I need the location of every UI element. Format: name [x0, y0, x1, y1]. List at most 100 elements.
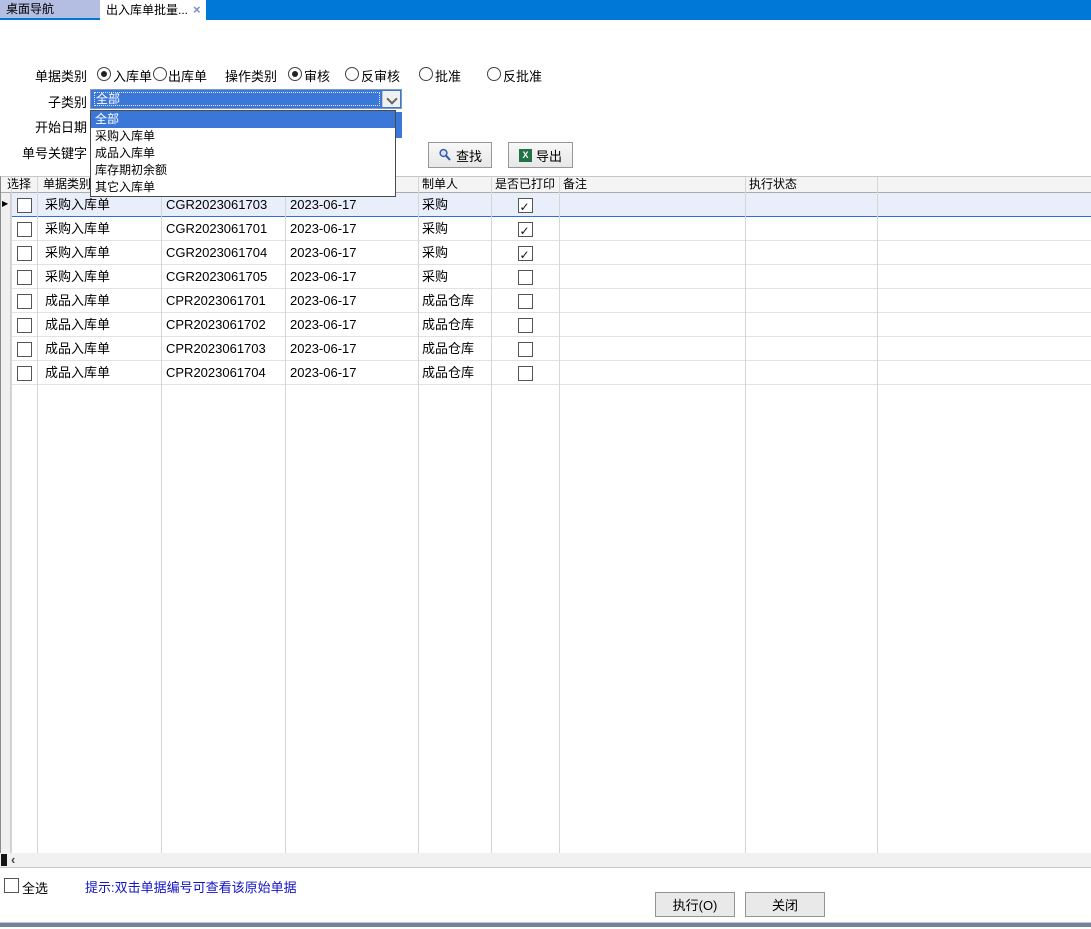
col-header-maker[interactable]: 制单人	[422, 177, 458, 193]
status-cell	[749, 217, 873, 241]
note-cell	[563, 265, 741, 289]
row-select-checkbox[interactable]	[17, 318, 32, 333]
subtype-option[interactable]: 其它入库单	[91, 179, 395, 196]
row-select-checkbox[interactable]	[17, 198, 32, 213]
radio-approve-label: 批准	[435, 66, 461, 85]
radio-unapprove-label: 反批准	[503, 66, 542, 85]
row-select-checkbox[interactable]	[17, 366, 32, 381]
radio-audit[interactable]	[288, 67, 302, 81]
printed-cell	[491, 193, 559, 217]
grid-column-line	[745, 177, 746, 853]
status-cell	[749, 241, 873, 265]
start-date-picker-edge[interactable]	[396, 112, 402, 138]
row-select-cell[interactable]	[11, 265, 37, 289]
close-icon[interactable]: ×	[193, 0, 201, 19]
maker-cell: 采购	[422, 193, 488, 217]
maker-cell: 采购	[422, 217, 488, 241]
table-row[interactable]: 成品入库单CPR20230617032023-06-17成品仓库	[1, 337, 1091, 361]
row-select-checkbox[interactable]	[17, 294, 32, 309]
combobox-dropdown-button[interactable]	[382, 91, 400, 107]
note-cell	[563, 241, 741, 265]
table-row[interactable]: 采购入库单CGR20230617052023-06-17采购	[1, 265, 1091, 289]
export-button[interactable]: X 导出	[508, 142, 573, 168]
doc-date-cell: 2023-06-17	[290, 313, 414, 337]
row-select-cell[interactable]	[11, 361, 37, 385]
status-cell	[749, 289, 873, 313]
doc-no-cell[interactable]: CGR2023061701	[166, 217, 282, 241]
find-button[interactable]: 查找	[428, 142, 492, 168]
maker-cell: 成品仓库	[422, 289, 488, 313]
table-row[interactable]: 成品入库单CPR20230617042023-06-17成品仓库	[1, 361, 1091, 385]
grid-column-line	[418, 177, 419, 853]
subtype-option[interactable]: 采购入库单	[91, 128, 395, 145]
row-indicator-column	[1, 193, 11, 853]
doc-no-cell[interactable]: CPR2023061703	[166, 337, 282, 361]
note-cell	[563, 361, 741, 385]
col-header-doc-type[interactable]: 单据类别	[43, 177, 91, 193]
printed-checkbox	[518, 198, 533, 213]
tab-batch-audit[interactable]: 出入库单批量...×	[100, 0, 206, 20]
row-select-cell[interactable]	[11, 289, 37, 313]
close-button-label: 关闭	[772, 895, 798, 914]
row-select-checkbox[interactable]	[17, 270, 32, 285]
printed-cell	[491, 289, 559, 313]
scrollbar-thumb[interactable]	[1, 854, 7, 866]
col-header-status[interactable]: 执行状态	[749, 177, 797, 193]
subtype-combobox[interactable]: 全部	[90, 89, 402, 109]
tab-bar: 桌面导航 出入库单批量...×	[0, 0, 1091, 20]
doc-date-cell: 2023-06-17	[290, 241, 414, 265]
subtype-combobox-value: 全部	[93, 91, 381, 107]
grid-column-line	[11, 177, 12, 853]
row-select-cell[interactable]	[11, 313, 37, 337]
maker-cell: 成品仓库	[422, 361, 488, 385]
radio-approve[interactable]	[419, 67, 433, 81]
printed-checkbox	[518, 246, 533, 261]
op-type-label: 操作类别	[225, 66, 277, 85]
doc-no-keyword-label: 单号关键字	[0, 143, 87, 162]
horizontal-scrollbar[interactable]: ‹	[0, 853, 1091, 868]
grid-column-line	[877, 177, 878, 853]
maker-cell: 采购	[422, 265, 488, 289]
note-cell	[563, 193, 741, 217]
table-row[interactable]: 成品入库单CPR20230617022023-06-17成品仓库	[1, 313, 1091, 337]
doc-no-cell[interactable]: CGR2023061705	[166, 265, 282, 289]
doc-no-cell[interactable]: CPR2023061704	[166, 361, 282, 385]
batch-audit-window: 桌面导航 出入库单批量...× 单据类别 子类别 开始日期 单号关键字 入库单 …	[0, 0, 1091, 929]
col-header-note[interactable]: 备注	[563, 177, 587, 193]
note-cell	[563, 289, 741, 313]
subtype-option[interactable]: 库存期初余额	[91, 162, 395, 179]
row-select-checkbox[interactable]	[17, 342, 32, 357]
radio-outbound[interactable]	[153, 67, 167, 81]
grid-column-line	[37, 177, 38, 853]
row-select-cell[interactable]	[11, 241, 37, 265]
printed-cell	[491, 265, 559, 289]
row-select-cell[interactable]	[11, 193, 37, 217]
radio-unapprove[interactable]	[487, 67, 501, 81]
doc-no-cell[interactable]: CPR2023061701	[166, 289, 282, 313]
subtype-option[interactable]: 全部	[91, 111, 395, 128]
subtype-dropdown-list: 全部采购入库单成品入库单库存期初余额其它入库单	[90, 110, 396, 197]
radio-unaudit[interactable]	[345, 67, 359, 81]
tab-desktop-nav[interactable]: 桌面导航	[0, 0, 101, 20]
table-row[interactable]: 采购入库单CGR20230617012023-06-17采购	[1, 217, 1091, 241]
select-all-checkbox[interactable]	[4, 878, 19, 893]
subtype-option[interactable]: 成品入库单	[91, 145, 395, 162]
row-select-checkbox[interactable]	[17, 222, 32, 237]
col-header-printed[interactable]: 是否已打印	[495, 177, 555, 193]
scroll-left-icon[interactable]: ‹	[11, 853, 15, 868]
close-button[interactable]: 关闭	[745, 892, 825, 917]
row-select-cell[interactable]	[11, 337, 37, 361]
radio-inbound[interactable]	[97, 67, 111, 81]
row-select-cell[interactable]	[11, 217, 37, 241]
status-cell	[749, 265, 873, 289]
doc-no-cell[interactable]: CGR2023061704	[166, 241, 282, 265]
row-select-checkbox[interactable]	[17, 246, 32, 261]
printed-checkbox	[518, 318, 533, 333]
doc-no-cell[interactable]: CPR2023061702	[166, 313, 282, 337]
table-row[interactable]: 成品入库单CPR20230617012023-06-17成品仓库	[1, 289, 1091, 313]
printed-cell	[491, 313, 559, 337]
status-cell	[749, 337, 873, 361]
table-row[interactable]: 采购入库单CGR20230617042023-06-17采购	[1, 241, 1091, 265]
status-cell	[749, 313, 873, 337]
execute-button[interactable]: 执行(O)	[655, 892, 735, 917]
